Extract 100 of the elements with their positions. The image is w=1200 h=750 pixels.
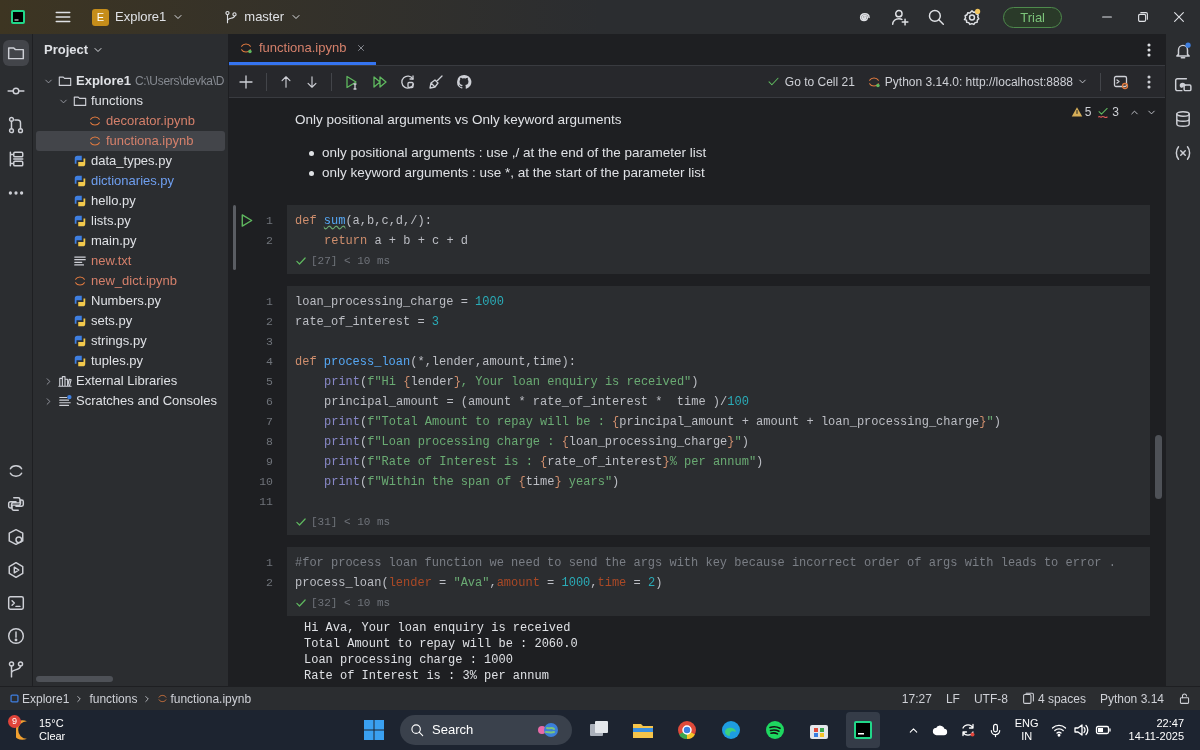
- run-icon[interactable]: [239, 213, 254, 228]
- breadcrumb[interactable]: Explore1: [9, 689, 70, 708]
- file-encoding[interactable]: UTF-8: [973, 689, 1008, 708]
- tree-item[interactable]: new.txt: [36, 251, 225, 271]
- structure-icon[interactable]: [7, 150, 25, 168]
- breadcrumb[interactable]: functiona.ipynb: [157, 689, 252, 708]
- line-number: 2: [265, 314, 274, 330]
- pycharm-icon: [851, 718, 875, 742]
- tree-item[interactable]: functions: [36, 91, 225, 111]
- warnings-indicator[interactable]: 5: [1070, 103, 1092, 121]
- code-line: print(f"Total Amount to repay will be : {principal_amount + amount + loan_processing_charge}"): [323, 414, 1002, 431]
- project-switcher[interactable]: E Explore1: [88, 7, 189, 27]
- restart-icon[interactable]: [400, 73, 416, 90]
- add-user-icon[interactable]: [891, 8, 910, 26]
- file-name: decorator.ipynb: [106, 112, 195, 131]
- file-name: data_types.py: [91, 152, 172, 171]
- tree-item[interactable]: sets.py: [36, 311, 225, 331]
- check-icon: [295, 597, 307, 609]
- tree-item[interactable]: main.py: [36, 231, 225, 251]
- run-services-icon[interactable]: [7, 561, 25, 579]
- output-line: Hi Ava, Your loan enquiry is received: [304, 620, 571, 636]
- packages-icon[interactable]: [7, 528, 25, 546]
- scratches-icon: [58, 394, 72, 408]
- add-icon[interactable]: [238, 73, 254, 90]
- tree-item[interactable]: strings.py: [36, 331, 225, 351]
- lock-icon[interactable]: [1178, 692, 1191, 705]
- branch-switcher[interactable]: master: [220, 7, 307, 27]
- jupyter-icon[interactable]: [7, 462, 25, 480]
- restore-icon[interactable]: [1136, 10, 1150, 24]
- breadcrumb[interactable]: functions: [89, 689, 138, 708]
- tree-item[interactable]: Explore1 C:\Users\devka\D: [36, 71, 225, 91]
- search-icon[interactable]: [927, 8, 946, 26]
- python-icon: [73, 214, 87, 228]
- tree-item[interactable]: hello.py: [36, 191, 225, 211]
- tree-item[interactable]: data_types.py: [36, 151, 225, 171]
- arrow-up-icon[interactable]: [279, 74, 293, 89]
- output-line: Rate of Interest is : 3% per annum: [304, 668, 549, 684]
- language-indicator[interactable]: ENG IN: [1014, 717, 1039, 743]
- arrow-down-icon[interactable]: [305, 74, 319, 89]
- settings-icon[interactable]: [963, 8, 982, 26]
- python-icon: [73, 314, 87, 328]
- close-icon[interactable]: [1172, 10, 1186, 24]
- terminal-icon[interactable]: [7, 594, 25, 612]
- cursor-position[interactable]: 17:27: [901, 689, 932, 708]
- tree-item[interactable]: new_dict.ipynb: [36, 271, 225, 291]
- start-icon[interactable]: [362, 718, 386, 742]
- close-icon[interactable]: [356, 43, 367, 53]
- folder-icon: [7, 44, 25, 62]
- interpreter-selector[interactable]: Python 3.14: [1099, 689, 1164, 708]
- sync-icon[interactable]: [959, 722, 976, 738]
- line-ending[interactable]: LF: [945, 689, 960, 708]
- scrollbar-thumb[interactable]: [36, 676, 113, 682]
- library-icon: [58, 374, 72, 388]
- taskbar-search[interactable]: Search: [400, 715, 572, 745]
- notifications-icon[interactable]: [1174, 42, 1192, 60]
- file-path: C:\Users\devka\D: [134, 73, 225, 90]
- clock[interactable]: 22:47 14-11-2025: [1128, 717, 1184, 743]
- jupyter-icon: [88, 134, 102, 148]
- output-line: Loan processing charge : 1000: [304, 652, 513, 668]
- output-line: Total Amount to repay will be : 2060.0: [304, 636, 578, 652]
- pull-request-icon[interactable]: [7, 116, 25, 134]
- tree-item[interactable]: lists.py: [36, 211, 225, 231]
- github-icon[interactable]: [456, 73, 472, 90]
- tree-item[interactable]: tuples.py: [36, 351, 225, 371]
- tree-item[interactable]: decorator.ipynb: [36, 111, 225, 131]
- spotify-icon: [763, 718, 787, 742]
- system-tray-status[interactable]: [1050, 722, 1111, 738]
- python-icon[interactable]: [7, 495, 25, 513]
- python-icon: [73, 334, 87, 348]
- project-tool-button[interactable]: [3, 40, 29, 66]
- clear-broom-icon[interactable]: [428, 73, 444, 90]
- ai-chat-icon[interactable]: [1174, 76, 1192, 94]
- tree-item[interactable]: Numbers.py: [36, 291, 225, 311]
- database-icon[interactable]: [1174, 110, 1192, 128]
- jupyter-icon: [239, 41, 253, 55]
- tree-item[interactable]: dictionaries.py: [36, 171, 225, 191]
- typos-indicator[interactable]: 3: [1097, 103, 1119, 121]
- weather-widget[interactable]: 9 15°C Clear: [10, 717, 66, 743]
- code-line: #for process loan function we need to send the args with key because incorrect order of args with leads to error .: [295, 555, 1117, 572]
- python-icon: [73, 194, 87, 208]
- code-line: print(f"Loan processing charge : {loan_processing_charge}"): [323, 434, 750, 451]
- indent-icon: [1021, 692, 1035, 705]
- indent-setting[interactable]: 4 spaces: [1021, 689, 1086, 708]
- code-line: rate_of_interest = 3: [295, 314, 441, 331]
- project-view-selector[interactable]: Project: [33, 34, 228, 66]
- file-name: lists.py: [91, 212, 131, 231]
- problems-icon[interactable]: [7, 627, 25, 645]
- scrollbar-thumb[interactable]: [1155, 435, 1162, 499]
- tree-item[interactable]: Scratches and Consoles: [36, 391, 225, 411]
- code-line: print(f"Hi {lender}, Your loan enquiry is received"): [323, 374, 700, 391]
- cell-selection-bar: [233, 205, 236, 270]
- go-to-cell-button[interactable]: Go to Cell 21: [766, 72, 855, 91]
- console-icon[interactable]: [1113, 73, 1129, 90]
- kernel-selector[interactable]: Python 3.14.0: http://localhost:8888: [866, 72, 1088, 91]
- tree-item[interactable]: External Libraries: [36, 371, 225, 391]
- variables-icon[interactable]: [1174, 144, 1192, 162]
- taskbar-app[interactable]: [846, 712, 880, 748]
- line-number: 1: [265, 213, 274, 229]
- git-icon[interactable]: [7, 660, 25, 678]
- trial-button[interactable]: Trial: [1003, 6, 1062, 28]
